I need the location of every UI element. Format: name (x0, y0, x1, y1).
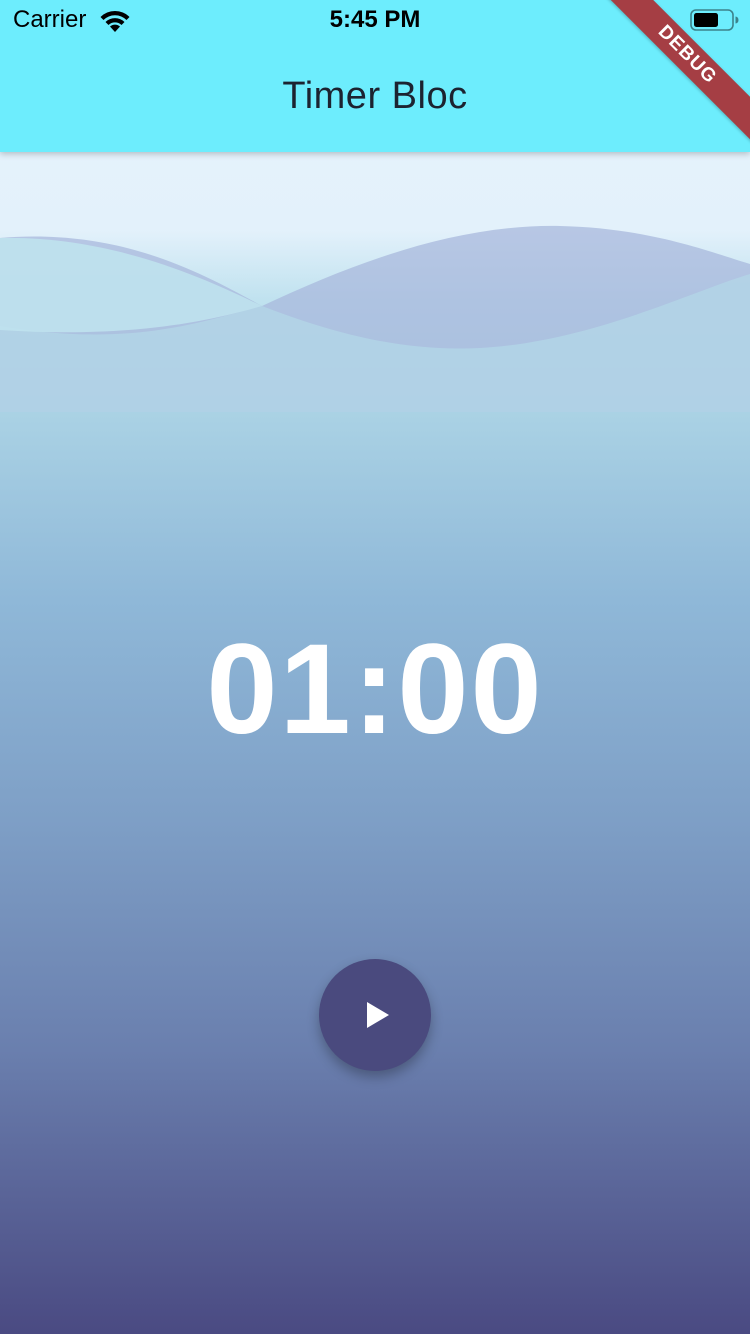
status-time: 5:45 PM (329, 6, 421, 33)
timer-display: 01:00 (206, 618, 544, 761)
background-waves (0, 225, 750, 412)
page-title: Timer Bloc (282, 75, 468, 117)
play-button[interactable] (319, 959, 431, 1071)
timer-screen: Carrier 5:45 PM Timer Bloc DEBUG 01:00 (0, 0, 750, 1334)
app-bar: Carrier 5:45 PM Timer Bloc (0, 0, 750, 152)
status-bar: Carrier 5:45 PM (0, 0, 750, 40)
battery-icon (690, 9, 739, 31)
play-icon (367, 1002, 389, 1028)
